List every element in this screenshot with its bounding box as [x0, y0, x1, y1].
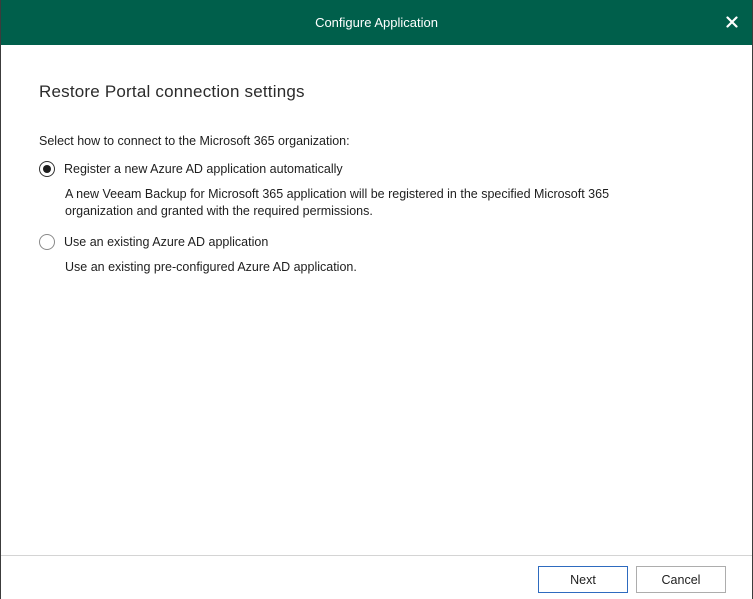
- option-register-new-app-description: A new Veeam Backup for Microsoft 365 app…: [65, 186, 725, 220]
- cancel-button[interactable]: Cancel: [636, 566, 726, 593]
- title-bar: Configure Application: [1, 0, 752, 45]
- option-use-existing-app[interactable]: Use an existing Azure AD application: [39, 234, 268, 250]
- radio-selected-dot: [43, 165, 51, 173]
- footer-divider: [1, 555, 752, 556]
- configure-application-dialog: Configure Application Restore Portal con…: [0, 0, 753, 599]
- connection-prompt: Select how to connect to the Microsoft 3…: [39, 134, 350, 148]
- close-icon: [726, 16, 738, 28]
- option-register-new-app-label[interactable]: Register a new Azure AD application auto…: [64, 162, 343, 176]
- page-heading: Restore Portal connection settings: [39, 82, 305, 101]
- description-line: organization and granted with the requir…: [65, 204, 373, 218]
- window-title: Configure Application: [315, 15, 438, 30]
- option-register-new-app[interactable]: Register a new Azure AD application auto…: [39, 161, 343, 177]
- next-button[interactable]: Next: [538, 566, 628, 593]
- close-button[interactable]: [722, 12, 742, 32]
- radio-register-new-app[interactable]: [39, 161, 55, 177]
- option-use-existing-app-label[interactable]: Use an existing Azure AD application: [64, 235, 268, 249]
- option-use-existing-app-description: Use an existing pre-configured Azure AD …: [65, 259, 725, 276]
- description-line: A new Veeam Backup for Microsoft 365 app…: [65, 187, 610, 201]
- radio-use-existing-app[interactable]: [39, 234, 55, 250]
- description-line: Use an existing pre-configured Azure AD …: [65, 260, 357, 274]
